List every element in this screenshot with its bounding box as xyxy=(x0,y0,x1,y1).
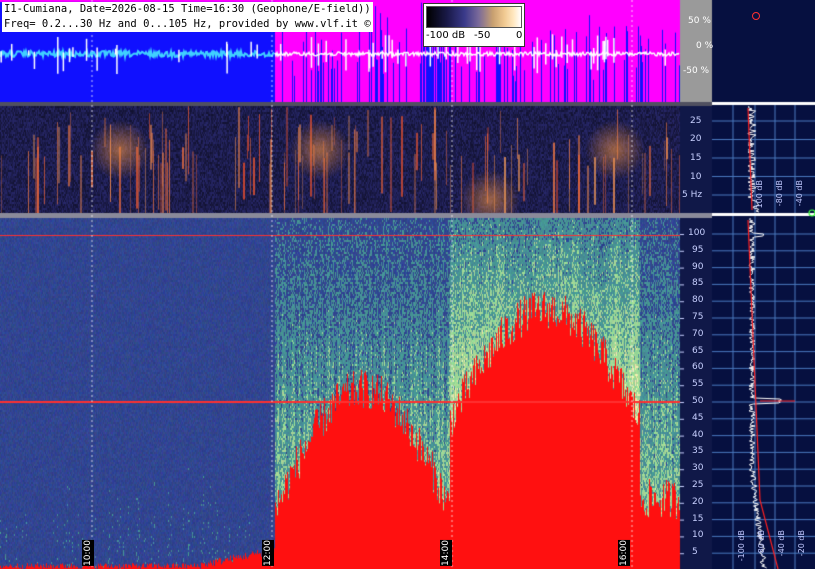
low-band-db-label: 100 dB xyxy=(755,180,764,209)
high-band-db-label: -20 dB xyxy=(797,530,806,557)
high-band-db-label: -100 dB xyxy=(737,530,746,562)
time-marker: 12:00 xyxy=(262,540,274,566)
high-band-db-label: -80 dB xyxy=(757,530,766,557)
high-band-label: 75 xyxy=(692,312,704,322)
high-band-label: 40 xyxy=(692,429,704,440)
status-indicator-icon xyxy=(752,12,760,20)
high-band-label: 55 xyxy=(692,379,704,390)
high-band-label: 65 xyxy=(692,345,704,356)
low-band-label: 10 xyxy=(690,172,702,182)
high-band-label: 20 xyxy=(692,496,704,507)
low-band-label: 20 xyxy=(690,134,702,144)
high-band-label: 45 xyxy=(692,412,704,423)
high-band-label: 60 xyxy=(692,362,704,373)
high-band-label: 95 xyxy=(692,244,704,255)
low-band-label: 25 xyxy=(690,116,702,126)
time-marker: 10:00 xyxy=(82,540,94,566)
high-band-label: 35 xyxy=(692,446,704,457)
low-band-db-label: -40 dB xyxy=(795,180,804,207)
title-line-2: Freq= 0.2...30 Hz and 0...105 Hz, provid… xyxy=(4,18,371,30)
spectrogram-window: I1-Cumiana, Date=2026-08-15 Time=16:30 (… xyxy=(0,0,815,569)
colorbar-legend: -100 dB -50 0 xyxy=(423,3,525,47)
high-band-label: 10 xyxy=(692,530,704,541)
time-marker: 14:00 xyxy=(440,540,452,566)
high-band-label: 50 xyxy=(692,396,704,406)
low-band-label: 15 xyxy=(690,153,702,163)
low-band-db-label: -80 dB xyxy=(775,180,784,207)
colorbar-min-label: -100 dB xyxy=(426,30,466,41)
high-band-label: 5 xyxy=(692,547,698,558)
low-band-label: 5 Hz xyxy=(682,190,703,200)
title-line-1: I1-Cumiana, Date=2026-08-15 Time=16:30 (… xyxy=(4,3,371,15)
header-title: I1-Cumiana, Date=2026-08-15 Time=16:30 (… xyxy=(2,2,373,32)
amplitude-label: -50 % xyxy=(683,66,710,76)
colorbar-mid-label: -50 xyxy=(474,30,491,41)
colorbar-gradient xyxy=(426,6,522,28)
time-marker: 16:00 xyxy=(618,540,630,566)
colorbar-max-label: 0 xyxy=(516,30,523,41)
amplitude-label: 50 % xyxy=(688,16,711,26)
high-band-db-label: -40 dB xyxy=(777,530,786,557)
high-band-label: 100 xyxy=(688,228,706,238)
high-band-label: 90 xyxy=(692,261,704,272)
high-band-label: 85 xyxy=(692,278,704,289)
high-band-label: 70 xyxy=(692,328,704,339)
high-band-label: 15 xyxy=(692,513,704,524)
high-band-label: 25 xyxy=(692,480,704,490)
amplitude-label: 0 % xyxy=(696,41,714,51)
high-band-label: 30 xyxy=(692,463,704,474)
high-band-label: 80 xyxy=(692,295,704,306)
